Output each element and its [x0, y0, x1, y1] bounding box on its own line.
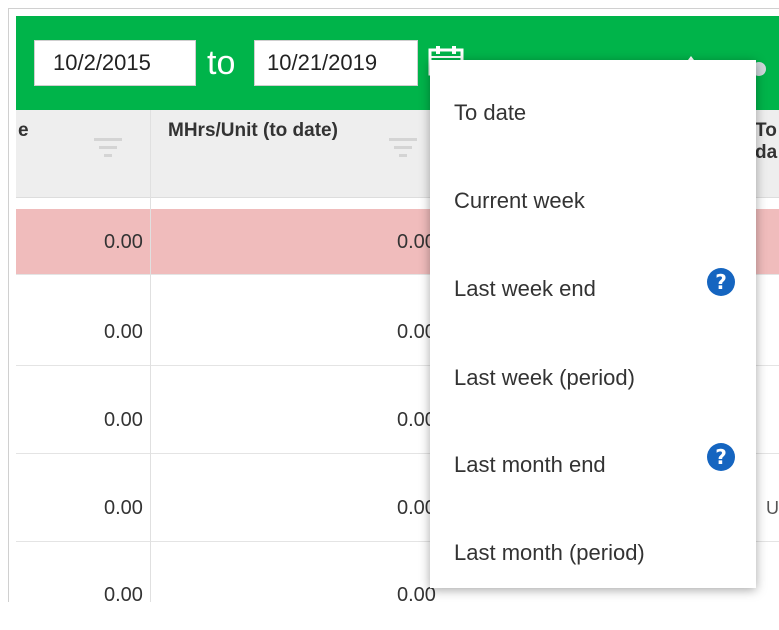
menu-item-current-week[interactable]: Current week — [454, 188, 585, 214]
date-to-input[interactable]: 10/21/2019 — [254, 40, 418, 86]
column-header-previous[interactable]: e — [18, 120, 29, 142]
column-divider — [150, 110, 151, 602]
menu-item-to-date[interactable]: To date — [454, 100, 526, 126]
svg-text:?: ? — [715, 270, 727, 294]
column-header-mhrs-unit[interactable]: MHrs/Unit (to date) — [168, 120, 358, 142]
filter-icon[interactable] — [94, 136, 122, 163]
menu-item-last-month-end[interactable]: Last month end — [454, 452, 606, 478]
date-range-separator: to — [207, 44, 236, 82]
svg-text:?: ? — [715, 445, 727, 469]
menu-item-last-week-period[interactable]: Last week (period) — [454, 365, 635, 391]
table-cell: 0.00 — [104, 584, 143, 606]
date-from-input[interactable]: 10/2/2015 — [34, 40, 196, 86]
help-icon[interactable]: ? — [706, 267, 736, 297]
date-preset-menu: To date Current week Last week end ? Las… — [430, 60, 756, 588]
filter-icon[interactable] — [389, 136, 417, 163]
menu-item-last-month-period[interactable]: Last month (period) — [454, 540, 645, 566]
table-cell: 0.00 — [104, 321, 143, 343]
menu-item-last-week-end[interactable]: Last week end — [454, 276, 596, 302]
table-cell: 0.00 — [104, 231, 143, 253]
help-icon[interactable]: ? — [706, 442, 736, 472]
table-cell: 0.00 — [104, 409, 143, 431]
column-header-next[interactable]: To da — [755, 120, 779, 164]
table-cell: U — [766, 498, 779, 518]
table-cell: 0.00 — [104, 497, 143, 519]
